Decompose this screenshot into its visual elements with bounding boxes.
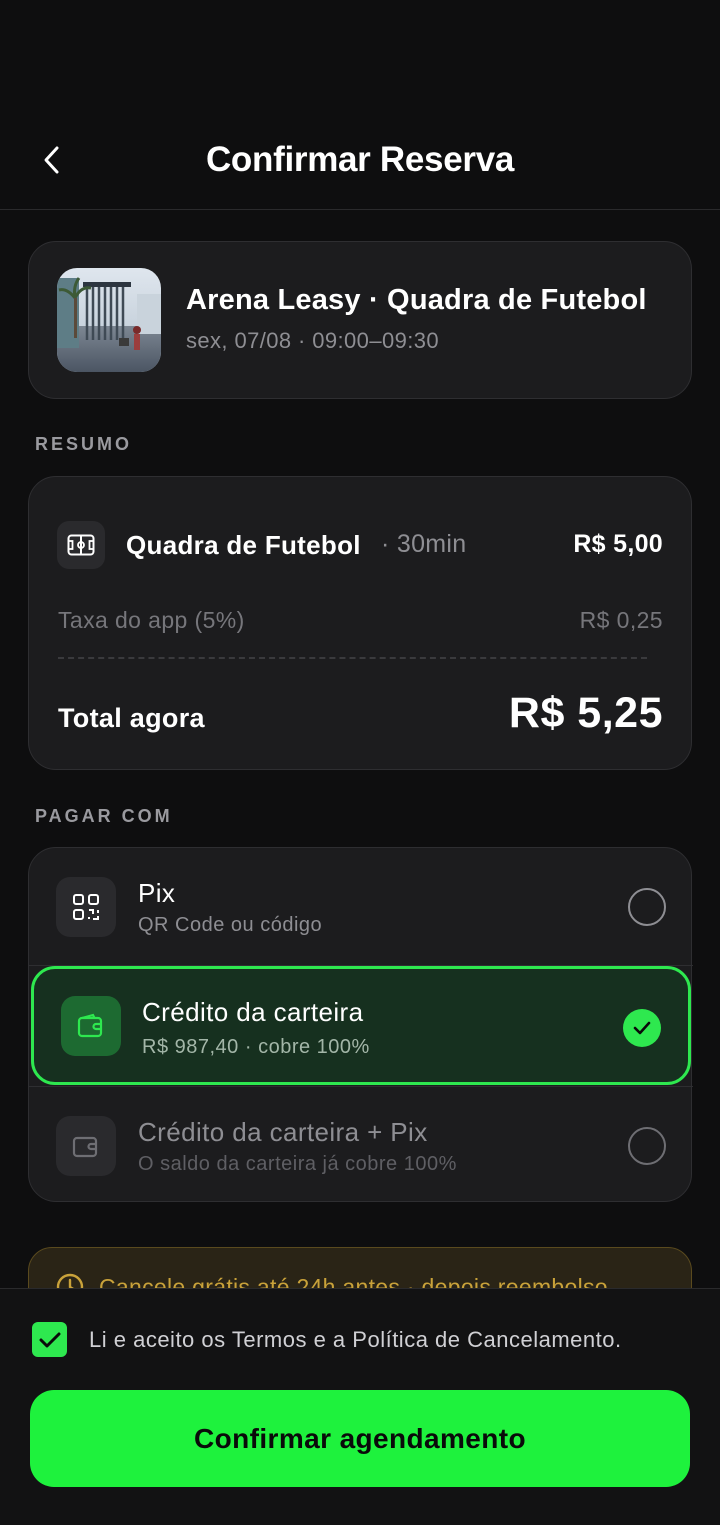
page-title: Confirmar Reserva bbox=[205, 140, 515, 179]
summary-section-label: RESUMO bbox=[35, 434, 133, 454]
terms-checkbox[interactable] bbox=[32, 1322, 67, 1357]
payment-options: Pix QR Code ou código Crédito da carteir… bbox=[28, 847, 693, 1204]
venue-date-time: sex, 07/08 · 09:00–09:30 bbox=[186, 328, 440, 353]
fee-label: Taxa do app (5%) bbox=[58, 607, 245, 633]
payment-option-pix[interactable]: Pix QR Code ou código bbox=[29, 848, 693, 966]
wallet-icon bbox=[56, 1116, 116, 1176]
checkmark-icon bbox=[633, 1021, 651, 1035]
payment-option-subtitle: R$ 987,40 · cobre 100% bbox=[142, 1036, 370, 1058]
payment-option-wallet-pix[interactable]: Crédito da carteira + Pix O saldo da car… bbox=[29, 1086, 693, 1204]
qr-code-icon bbox=[56, 877, 116, 937]
summary-card: Quadra de Futebol · 30min R$ 5,00 Taxa d… bbox=[28, 476, 692, 770]
item-duration: · 30min bbox=[381, 530, 467, 558]
total-label: Total agora bbox=[58, 703, 205, 733]
wallet-icon bbox=[61, 996, 121, 1056]
venue-thumbnail bbox=[57, 268, 161, 372]
payment-option-title: Crédito da carteira bbox=[142, 997, 364, 1027]
checkmark-icon bbox=[39, 1332, 60, 1347]
payment-option-title: Crédito da carteira + Pix bbox=[138, 1117, 428, 1147]
item-name: Quadra de Futebol bbox=[126, 530, 361, 560]
header: Confirmar Reserva bbox=[0, 110, 720, 210]
confirm-booking-button[interactable]: Confirmar agendamento bbox=[30, 1390, 690, 1487]
payment-option-subtitle: O saldo da carteira já cobre 100% bbox=[138, 1153, 457, 1175]
bottom-bar: Li e aceito os Termos e a Política de Ca… bbox=[0, 1288, 720, 1525]
item-price: R$ 5,00 bbox=[573, 530, 663, 558]
radio-button[interactable] bbox=[628, 1127, 666, 1165]
fee-value: R$ 0,25 bbox=[579, 607, 663, 633]
radio-button-checked[interactable] bbox=[623, 1009, 661, 1047]
total-value: R$ 5,25 bbox=[508, 689, 663, 737]
divider bbox=[58, 657, 647, 659]
screen: Confirmar Reserva Arena Leasy · Quadra d… bbox=[0, 0, 720, 1525]
court-icon bbox=[57, 521, 105, 569]
payment-option-wallet[interactable]: Crédito da carteira R$ 987,40 · cobre 10… bbox=[31, 966, 691, 1085]
venue-card: Arena Leasy · Quadra de Futebol sex, 07/… bbox=[28, 241, 692, 399]
payment-option-title: Pix bbox=[138, 878, 176, 908]
radio-button[interactable] bbox=[628, 888, 666, 926]
venue-name: Arena Leasy · Quadra de Futebol bbox=[186, 284, 647, 316]
payment-section-label: PAGAR COM bbox=[35, 806, 173, 826]
payment-option-subtitle: QR Code ou código bbox=[138, 914, 323, 936]
terms-text[interactable]: Li e aceito os Termos e a Política de Ca… bbox=[89, 1327, 622, 1353]
